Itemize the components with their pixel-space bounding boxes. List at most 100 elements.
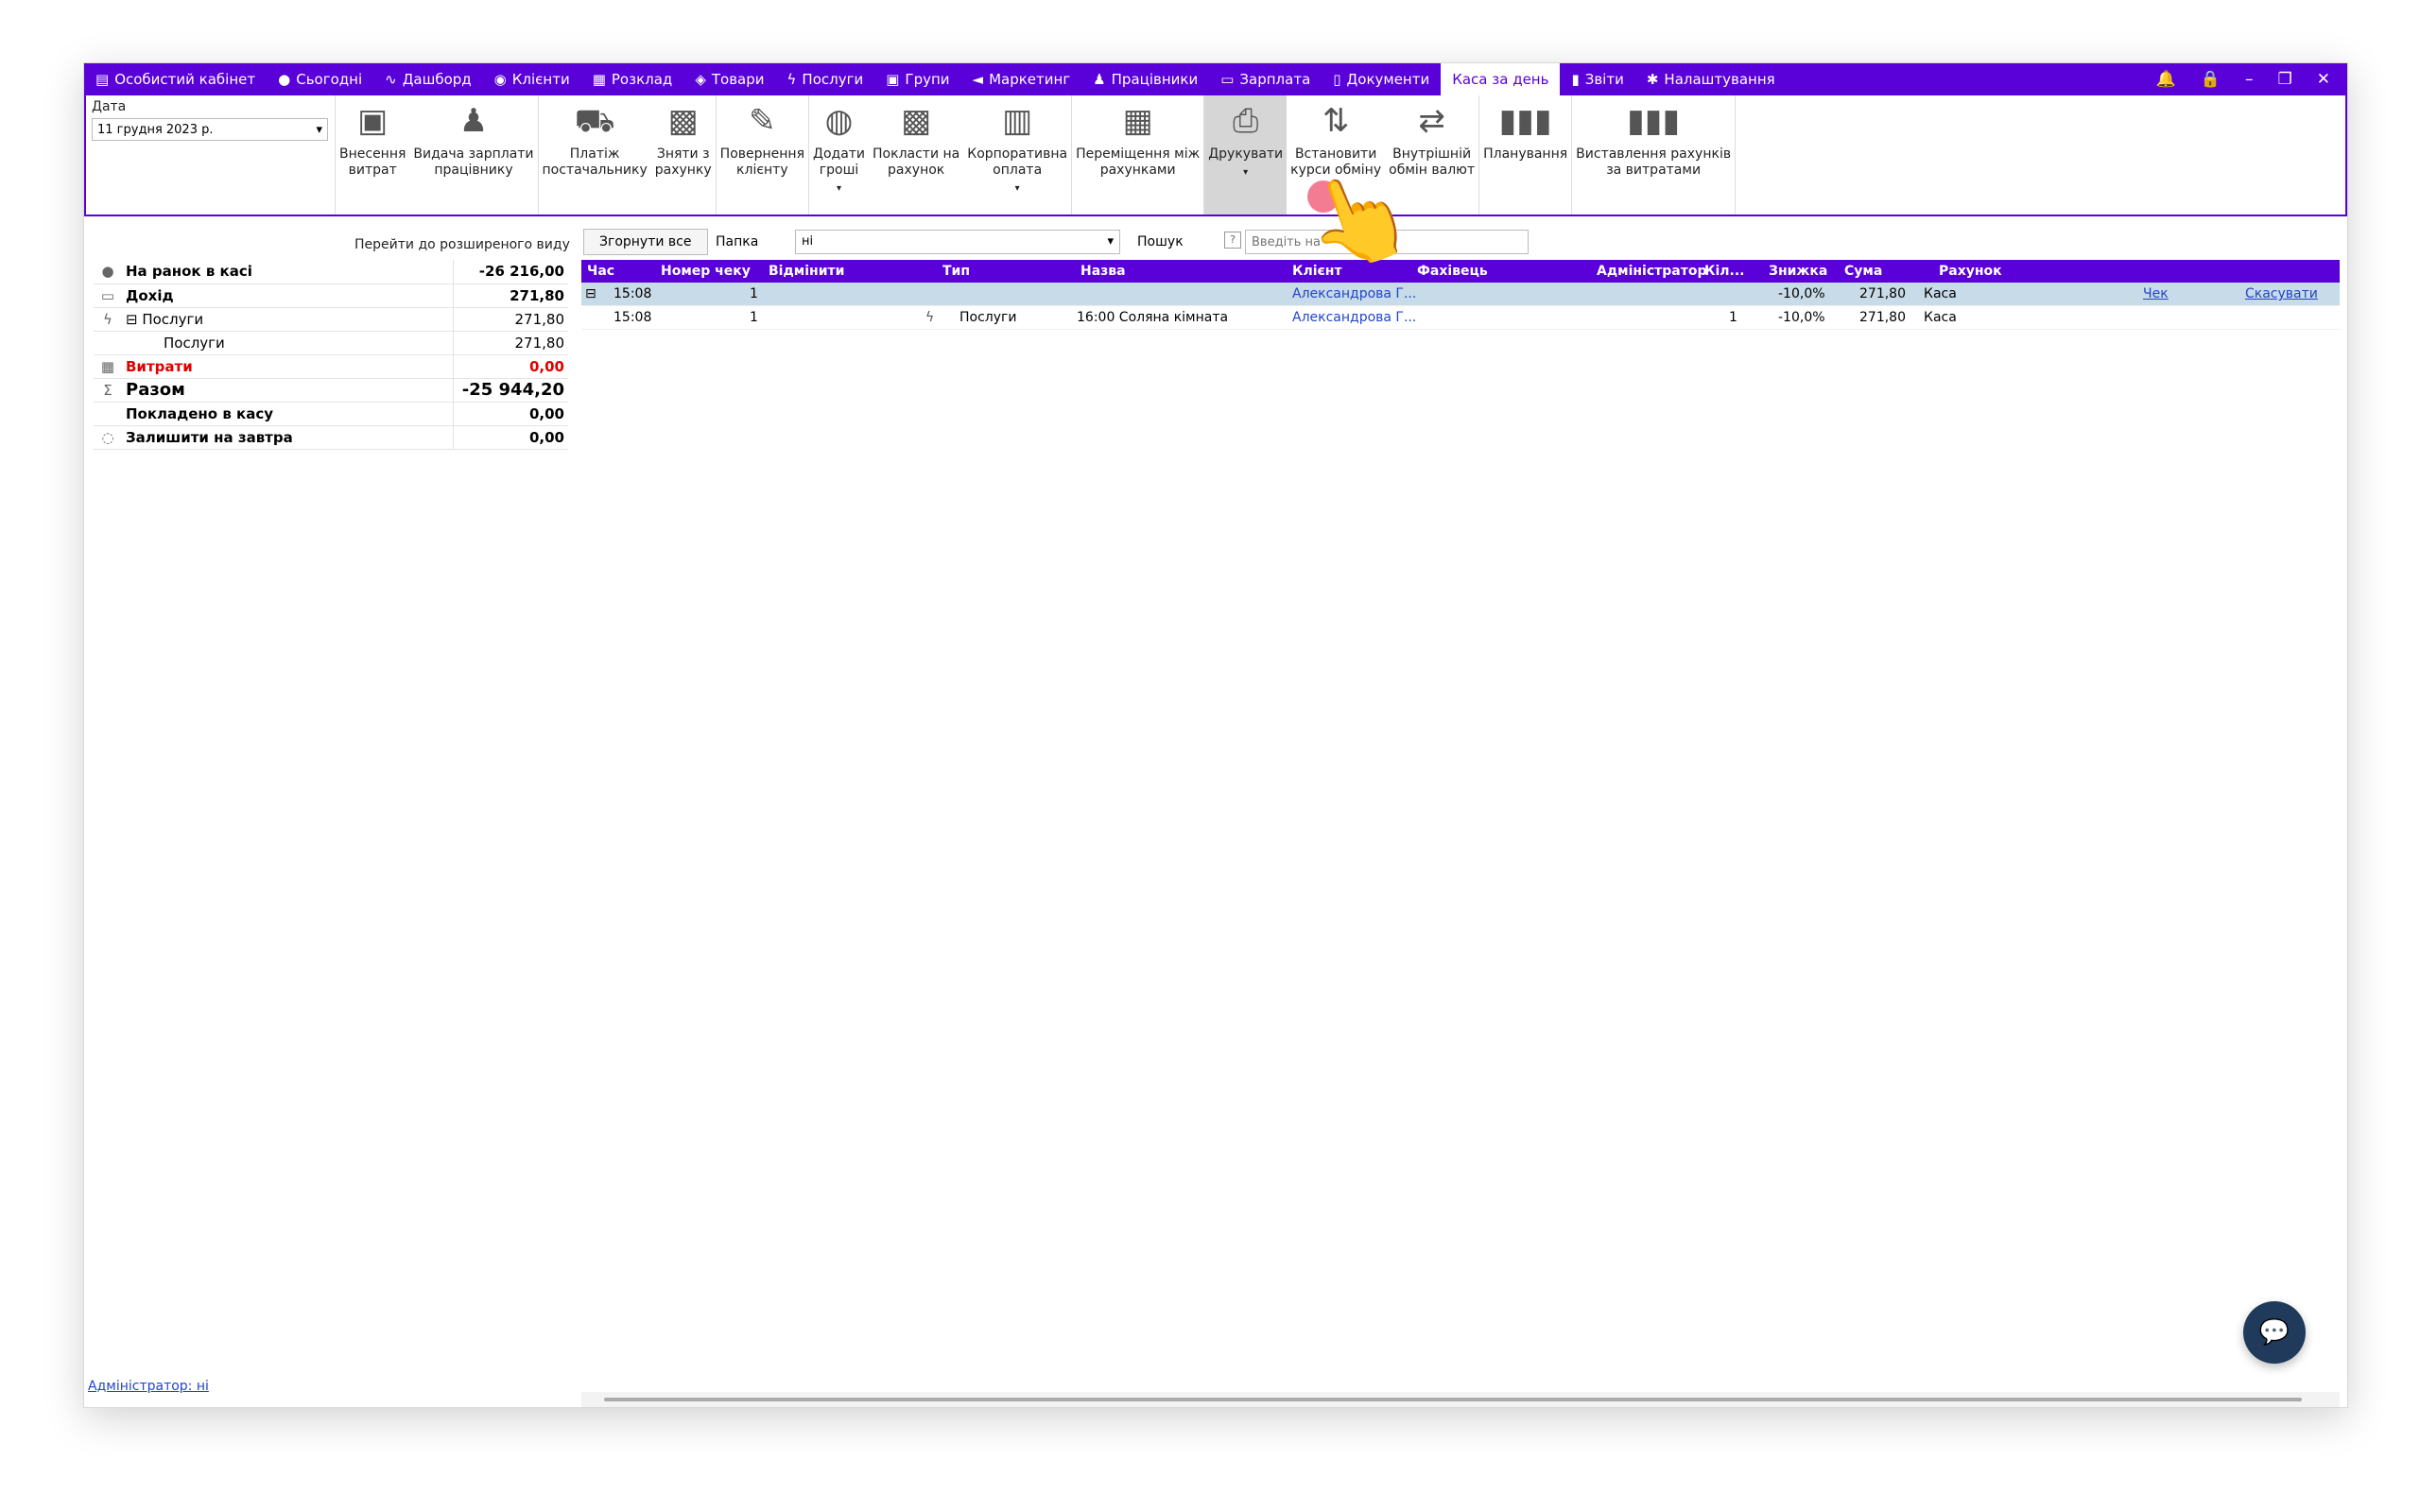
column-header[interactable]: Фахівець [1417,260,1488,283]
summary-row[interactable]: ϟ ⊟ Послуги 271,80 [94,307,568,332]
bar-chart-icon: ▮ [1571,70,1580,88]
cell-client[interactable]: Александрова Г... [1292,306,1416,329]
nav-item-12[interactable]: Каса за день [1441,63,1561,95]
summary-row[interactable]: Покладено в касу 0,00 [94,402,568,426]
summary-label: Залишити на завтра [122,425,453,450]
nav-item-7[interactable]: ▣ Групи [874,63,960,95]
leave-icon: ◌ [94,425,122,450]
column-header[interactable]: Назва [1080,260,1126,283]
chevron-down-icon: ▾ [837,183,842,194]
column-header[interactable]: Кіл... [1704,260,1744,283]
summary-row[interactable]: Σ Разом -25 944,20 [94,378,568,403]
ribbon-button[interactable]: ✎ Повернення клієнту [717,95,808,215]
ribbon-button[interactable]: ▮▮▮ Планування [1479,95,1571,215]
collapse-all-button[interactable]: Згорнути все [583,229,708,255]
chat-bubble-icon[interactable]: 💬 [2243,1301,2306,1364]
ribbon-button[interactable]: ♟ Видача зарплати працівнику [409,95,537,215]
ribbon-button[interactable]: ⛟ Платіж постачальнику [539,95,651,215]
nav-item-4[interactable]: ▦ Розклад [581,63,684,95]
administrator-link[interactable]: Адміністратор: ні [88,1379,209,1394]
nav-item-label: Товари [711,71,765,88]
nav-item-11[interactable]: ▯ Документи [1322,63,1441,95]
column-header[interactable]: Номер чеку [661,260,751,283]
nav-item-1[interactable]: ● Сьогодні [267,63,373,95]
lock-icon[interactable]: 🔒 [2201,70,2221,89]
table-row[interactable]: 15:08 1 Послуги 16:00 Соляна кімната Алексан… [581,306,2340,330]
summary-row[interactable]: ▦ Витрати 0,00 [94,354,568,379]
close-icon[interactable]: ✕ [2317,70,2330,89]
cell-type: Послуги [959,310,1017,325]
ribbon-button[interactable]: ▩ Покласти на рахунок [869,95,963,215]
nav-item-6[interactable]: ϟ Послуги [776,63,875,95]
column-header[interactable]: Час [587,260,614,283]
summary-value: 0,00 [452,354,568,379]
help-icon[interactable]: ? [1224,232,1241,249]
goto-extended-view-link[interactable]: Перейти до розширеного виду [354,237,570,252]
ribbon-button[interactable]: ◍ Додати гроші ▾ [809,95,869,215]
nav-item-8[interactable]: ◄ Маркетинг [961,63,1082,95]
ribbon-button[interactable]: ▩ Зняти з рахунку [651,95,716,215]
column-header[interactable]: Відмінити [769,260,844,283]
summary-row[interactable]: ▭ Дохід 271,80 [94,284,568,308]
ribbon-group: ▮▮▮ Планування [1479,95,1573,215]
nav-item-label: Працівники [1111,71,1199,88]
nav-item-2[interactable]: ∿ Дашборд [373,63,483,95]
ribbon-button[interactable]: ▥ Корпоративна оплата ▾ [963,95,1071,215]
table-row[interactable]: ⊟ 15:08 1 Александрова Г... -10,0% 271,80 Каса… [581,283,2340,306]
ribbon-button-label: Додати гроші [813,146,866,178]
chevron-down-icon: ▾ [1014,183,1020,194]
salary-icon: ♟ [458,101,489,140]
nav-item-13[interactable]: ▮ Звіти [1560,63,1634,95]
lightning-icon: ϟ [925,310,935,325]
receipt-link[interactable]: Чек [2143,283,2169,305]
expand-toggle-icon[interactable]: ⊟ [585,283,596,305]
summary-row[interactable]: ◌ Залишити на завтра 0,00 [94,425,568,450]
minimize-icon[interactable]: – [2245,70,2254,89]
ribbon-button[interactable]: ⎙ Друкувати ▾ [1204,95,1288,215]
app-window: ▤ Особистий кабінет ● Сьогодні ∿ Дашборд ◉ Кліє… [83,62,2348,1408]
bell-icon[interactable]: 🔔 [2156,70,2176,89]
folder-label: Папка [716,234,759,249]
ribbon-button[interactable]: ▮▮▮ Виставлення рахунків за витратами [1572,95,1735,215]
column-header[interactable]: Знижка [1769,260,1827,283]
transactions-grid: Час Номер чеку Відмінити Тип Назва Клієнт Фахі… [581,260,2340,330]
nav-item-3[interactable]: ◉ Клієнти [483,63,581,95]
nav-item-10[interactable]: ▭ Зарплата [1209,63,1322,95]
cell-client[interactable]: Александрова Г... [1292,283,1416,305]
column-header[interactable]: Адміністратор [1597,260,1707,283]
ribbon-button[interactable]: ▦ Переміщення між рахунками [1072,95,1203,215]
nav-item-0[interactable]: ▤ Особистий кабінет [84,63,267,95]
sigma-icon: Σ [94,378,122,403]
exchange-rate-icon: ⇅ [1322,101,1350,140]
folder-select[interactable]: ні ▾ [795,230,1120,254]
summary-value: 271,80 [452,284,568,308]
megaphone-icon: ◄ [972,70,984,88]
column-header[interactable]: Рахунок [1939,260,2002,283]
summary-row[interactable]: ● На ранок в касі -26 216,00 [94,260,568,284]
document-icon: ▯ [1333,70,1341,88]
scrollbar-thumb[interactable] [604,1398,2302,1401]
gear-icon: ✱ [1646,70,1659,88]
nav-item-label: Групи [905,71,950,88]
nav-item-14[interactable]: ✱ Налаштування [1635,63,1787,95]
user-circle-icon: ◉ [493,70,507,88]
cancel-link[interactable]: Скасувати [2245,283,2318,305]
ribbon-group: ✎ Повернення клієнту [717,95,810,215]
refund-icon: ✎ [749,101,776,140]
horizontal-scrollbar[interactable] [581,1392,2340,1407]
invoice-chart-icon: ▮▮▮ [1627,101,1681,140]
planning-chart-icon: ▮▮▮ [1498,101,1552,140]
ribbon-button[interactable]: ▣ Внесення витрат [336,95,409,215]
summary-row[interactable]: Послуги 271,80 [94,331,568,355]
restore-icon[interactable]: ❐ [2278,70,2292,89]
coins-icon: ◍ [824,101,854,140]
nav-item-9[interactable]: ♟ Працівники [1081,63,1209,95]
column-header[interactable]: Сума [1844,260,1882,283]
chevron-down-icon: ▾ [1243,167,1249,178]
summary-label: Витрати [122,354,453,379]
date-picker[interactable]: 11 грудня 2023 р. ▾ [92,118,328,141]
cash-icon: ▭ [1220,70,1235,88]
column-header[interactable]: Тип [942,260,970,283]
nav-item-5[interactable]: ◈ Товари [683,63,775,95]
nav-item-label: Звіти [1584,71,1624,88]
